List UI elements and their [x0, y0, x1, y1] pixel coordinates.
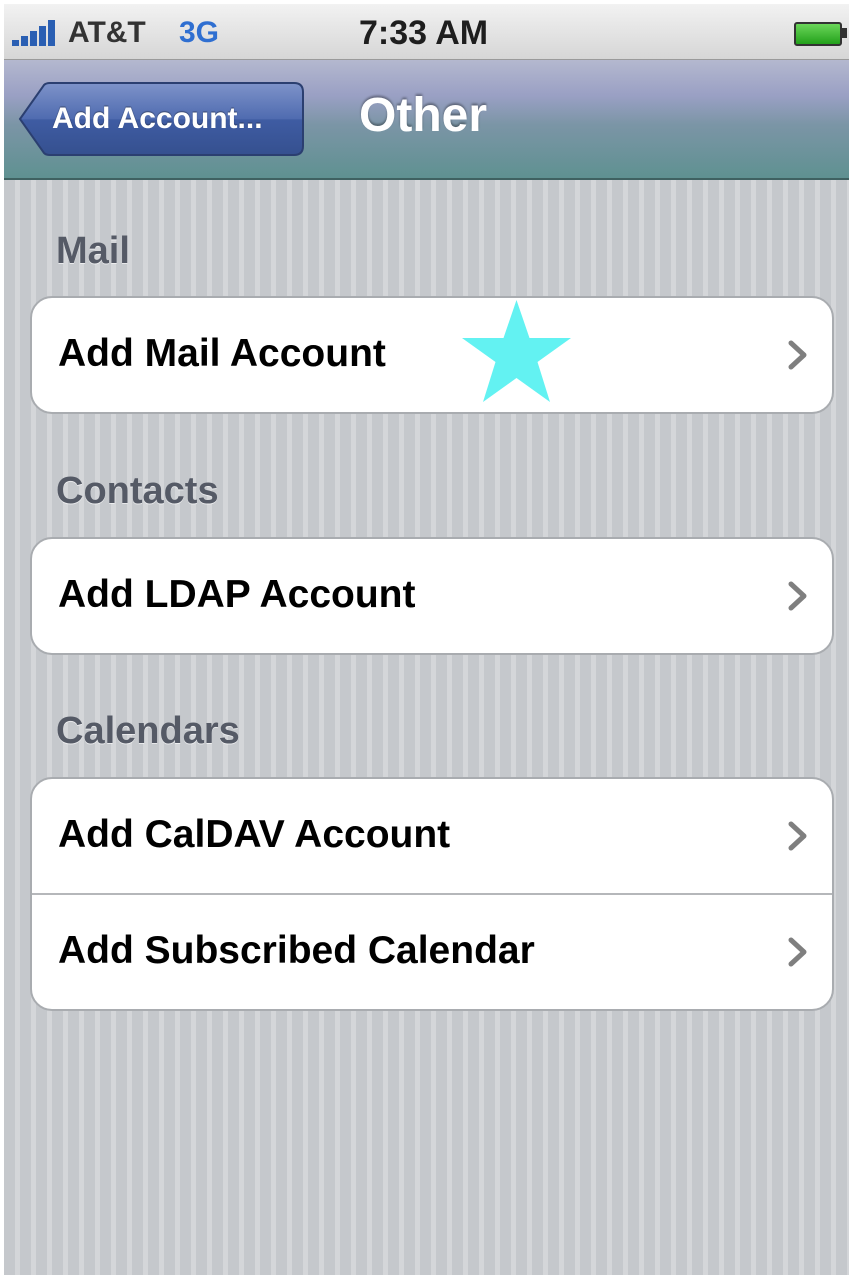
- status-bar: AT&T 3G 7:33 AM: [4, 4, 849, 60]
- chevron-right-icon: [788, 581, 807, 611]
- battery-tip-icon: [842, 28, 847, 38]
- page-title: Other: [359, 89, 488, 142]
- contacts-group: Add LDAP Account: [30, 537, 834, 655]
- mail-group: Add Mail Account: [30, 296, 834, 414]
- section-header-calendars: Calendars: [56, 710, 240, 752]
- row-label: Add LDAP Account: [58, 573, 416, 616]
- row-label: Add Mail Account: [58, 332, 386, 375]
- phone-screen: AT&T 3G 7:33 AM Add Account... Other Mai…: [4, 4, 849, 1275]
- carrier-name: AT&T: [68, 16, 146, 49]
- clock: 7:33 AM: [359, 14, 489, 52]
- add-ldap-account-row[interactable]: Add LDAP Account: [32, 539, 832, 653]
- chevron-right-icon: [788, 340, 807, 370]
- add-subscribed-calendar-row[interactable]: Add Subscribed Calendar: [32, 893, 832, 1009]
- row-label: Add Subscribed Calendar: [58, 929, 535, 972]
- add-caldav-account-row[interactable]: Add CalDAV Account: [32, 779, 832, 893]
- back-button[interactable]: Add Account...: [18, 82, 304, 156]
- chevron-right-icon: [788, 937, 807, 967]
- network-type: 3G: [179, 16, 220, 49]
- battery-icon: [794, 22, 842, 46]
- back-button-label: Add Account...: [52, 102, 263, 135]
- section-header-contacts: Contacts: [56, 470, 219, 512]
- star-icon: [462, 300, 571, 402]
- chevron-right-icon: [788, 821, 807, 851]
- section-header-mail: Mail: [56, 230, 130, 272]
- calendars-group: Add CalDAV Account Add Subscribed Calend…: [30, 777, 834, 1011]
- navigation-bar: Add Account... Other: [4, 60, 849, 180]
- row-label: Add CalDAV Account: [58, 813, 451, 856]
- signal-bars-icon: [12, 20, 64, 46]
- add-mail-account-row[interactable]: Add Mail Account: [32, 298, 832, 412]
